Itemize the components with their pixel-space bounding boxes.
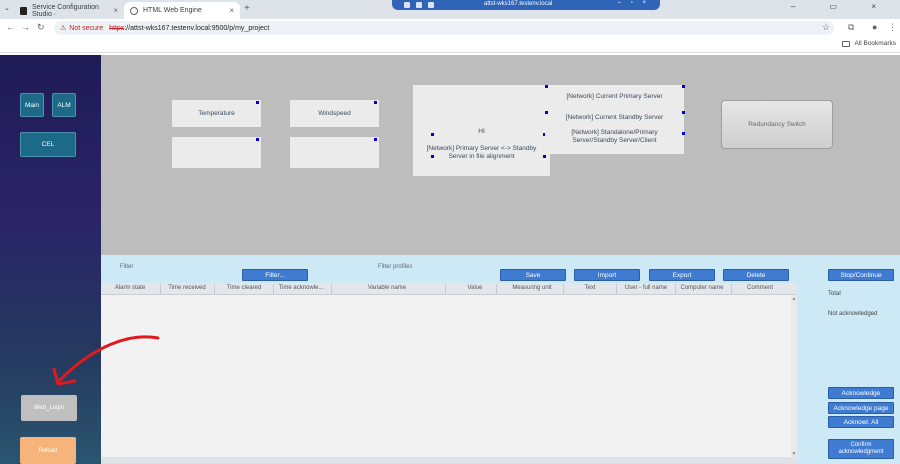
all-bookmarks-label: All Bookmarks: [854, 40, 896, 47]
remote-host-title: attst-wks167.testenv.local: [484, 1, 553, 7]
lock-icon: [416, 2, 422, 8]
reload-button[interactable]: Reload: [20, 437, 76, 464]
not-acknowledged-label: Not acknowledged: [828, 311, 878, 317]
column-comment[interactable]: Comment: [732, 285, 788, 291]
alarm-summary-panel: Total Not acknowledged: [797, 267, 900, 464]
column-user-full-name[interactable]: User - full name: [617, 285, 675, 291]
current-primary-label: [Network] Current Primary Server: [566, 93, 663, 100]
acknowledge-page-button[interactable]: Acknowledge page: [828, 402, 894, 414]
pin-icon[interactable]: [404, 2, 410, 8]
tab-service-configuration-studio[interactable]: Service Configuration Studio · ×: [14, 2, 124, 19]
selection-handle[interactable]: [682, 111, 685, 114]
windspeed-value-field: [290, 137, 379, 168]
filter-profiles-label: Filter profiles: [378, 264, 413, 270]
column-measuring-unit[interactable]: Measuring unit: [497, 285, 567, 291]
extensions-icon[interactable]: ⧉: [848, 22, 854, 33]
column-time-received[interactable]: Time received: [161, 285, 213, 291]
bookmarks-bar: All Bookmarks: [0, 37, 900, 53]
forward-icon[interactable]: →: [21, 22, 30, 32]
column-text[interactable]: Text: [564, 285, 616, 291]
tab-html-web-engine[interactable]: HTML Web Engine ×: [124, 2, 240, 19]
standalone-label: [Network] Standalone/Primary Server/Stan…: [571, 129, 658, 144]
selection-handle[interactable]: [374, 138, 377, 141]
cel-button[interactable]: CEL: [20, 132, 76, 157]
sidebar: Main ALM CEL Web_Login Reload: [0, 55, 101, 464]
bookmark-star-icon[interactable]: ☆: [822, 22, 830, 33]
selection-handle[interactable]: [545, 85, 548, 88]
main-button[interactable]: Main: [20, 93, 44, 117]
redundancy-switch-button[interactable]: Redundancy Switch: [721, 100, 833, 149]
selection-handle[interactable]: [431, 155, 434, 158]
warning-icon: ⚠: [60, 25, 67, 32]
selection-handle[interactable]: [545, 111, 548, 114]
folder-icon: [842, 40, 851, 47]
delete-button[interactable]: Delete: [723, 269, 789, 281]
url-path: ://attst-wks167.testenv.local:9500/p/my_…: [124, 24, 270, 32]
alarm-table-header: Alarm state Time received Time cleared T…: [101, 283, 797, 295]
window-controls[interactable]: – ▭ ×: [791, 2, 892, 11]
alarm-panel: Filter Filter... Filter profiles Save Im…: [101, 255, 900, 464]
export-button[interactable]: Export: [649, 269, 715, 281]
windspeed-label: Windspeed: [290, 100, 379, 127]
address-bar-row: ← → ↻ ⚠ Not secure https://attst-wks167.…: [0, 19, 900, 37]
reload-icon[interactable]: ↻: [37, 22, 45, 33]
network-server-panel: [Network] Current Primary Server [Networ…: [545, 85, 684, 154]
web-login-button[interactable]: Web_Login: [21, 395, 77, 421]
selection-handle[interactable]: [682, 132, 685, 135]
url-text: https://attst-wks167.testenv.local:9500/…: [109, 25, 269, 32]
confirm-acknowledgment-button[interactable]: Confirm acknowledgment: [828, 439, 894, 459]
browser-tab-bar: ⌄ Service Configuration Studio · × HTML …: [0, 0, 900, 19]
column-time-acknowledged[interactable]: Time acknowle...: [274, 285, 328, 291]
column-computer-name[interactable]: Computer name: [676, 285, 728, 291]
selection-handle[interactable]: [256, 101, 259, 104]
selection-handle[interactable]: [682, 85, 685, 88]
column-alarm-state[interactable]: Alarm state: [105, 285, 155, 291]
menu-icon[interactable]: ⋮: [888, 22, 897, 33]
selection-handle[interactable]: [256, 138, 259, 141]
signal-icon: [428, 2, 434, 8]
security-label: Not secure: [69, 24, 104, 32]
url-field[interactable]: ⚠ Not secure https://attst-wks167.testen…: [54, 21, 834, 35]
alarm-table-pager[interactable]: [101, 457, 797, 464]
selection-handle[interactable]: [543, 155, 546, 158]
column-variable-name[interactable]: Variable name: [332, 285, 442, 291]
process-canvas: Temperature Windspeed HI [Network] Prima…: [101, 55, 900, 255]
close-tab-icon[interactable]: ×: [229, 6, 234, 15]
alarm-table: Alarm state Time received Time cleared T…: [101, 283, 797, 464]
column-time-cleared[interactable]: Time cleared: [215, 285, 273, 291]
studio-favicon-icon: [20, 6, 27, 15]
selection-handle[interactable]: [374, 101, 377, 104]
tab-title: Service Configuration Studio ·: [32, 3, 99, 18]
current-standby-label: [Network] Current Standby Server: [565, 114, 664, 121]
close-tab-icon[interactable]: ×: [113, 6, 118, 15]
alm-button[interactable]: ALM: [52, 93, 76, 117]
save-button[interactable]: Save: [500, 269, 566, 281]
import-button[interactable]: Import: [574, 269, 640, 281]
total-label: Total: [828, 291, 841, 297]
url-protocol: https: [109, 24, 125, 32]
temperature-value-field: [172, 137, 261, 168]
acknowledge-button[interactable]: Acknowledge: [828, 387, 894, 399]
back-icon[interactable]: ←: [6, 22, 15, 32]
primary-standby-alignment-label: [Network] Primary Server <-> Standby Ser…: [426, 145, 537, 160]
network-status-panel: HI [Network] Primary Server <-> Standby …: [413, 85, 550, 176]
remote-window-controls[interactable]: – ▫ ×: [618, 0, 650, 6]
all-bookmarks[interactable]: All Bookmarks: [842, 40, 896, 47]
globe-favicon-icon: [130, 6, 138, 15]
profile-icon[interactable]: ●: [872, 22, 877, 32]
remote-session-bar: attst-wks167.testenv.local – ▫ ×: [392, 0, 660, 10]
filter-button[interactable]: Filter...: [242, 269, 308, 281]
acknowledge-all-button[interactable]: Acknowl. All: [828, 416, 894, 428]
selection-handle[interactable]: [431, 133, 434, 136]
tab-search-icon[interactable]: ⌄: [4, 4, 10, 12]
temperature-label: Temperature: [172, 100, 261, 127]
tab-title: HTML Web Engine: [143, 7, 202, 14]
new-tab-icon[interactable]: +: [244, 3, 250, 14]
filter-label: Filter: [120, 264, 134, 270]
